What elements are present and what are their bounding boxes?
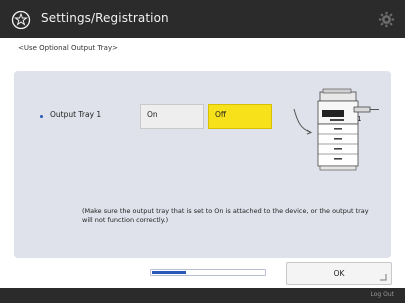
logout-button[interactable]: Log Out xyxy=(370,291,394,298)
output-tray-label: Output Tray 1 xyxy=(50,110,102,119)
bullet-icon xyxy=(40,115,43,118)
printer-illustration-icon xyxy=(293,88,379,171)
on-button[interactable]: On xyxy=(140,104,204,129)
progress-bar xyxy=(150,269,266,276)
title-bar: Settings/Registration xyxy=(0,0,405,38)
status-bar: Log Out xyxy=(0,288,405,303)
note-text: (Make sure the output tray that is set t… xyxy=(82,207,369,224)
gear-icon xyxy=(378,11,395,28)
tray-number-label: 1 xyxy=(357,115,362,123)
settings-registration-icon[interactable] xyxy=(11,10,31,30)
ok-button-label: OK xyxy=(333,269,345,278)
ok-button[interactable]: OK xyxy=(286,262,392,285)
page-title: Settings/Registration xyxy=(41,11,169,25)
progress-fill xyxy=(152,271,186,274)
off-button[interactable]: Off xyxy=(208,104,272,129)
screen-subtitle: <Use Optional Output Tray> xyxy=(18,44,118,52)
corner-arrow-icon xyxy=(380,274,387,281)
